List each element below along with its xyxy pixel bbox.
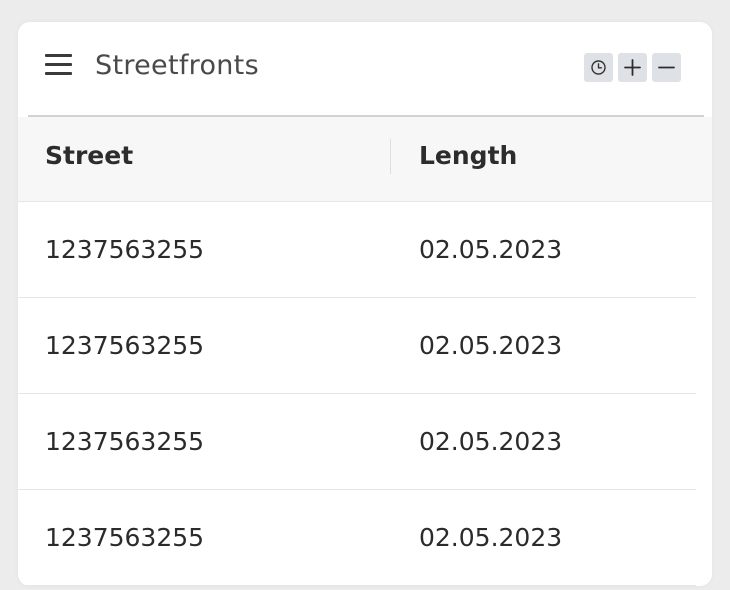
plus-icon: [624, 59, 641, 76]
table-row[interactable]: 1237563255 02.05.2023: [18, 490, 696, 586]
menu-bar: [45, 72, 72, 75]
column-resize-handle[interactable]: [390, 139, 391, 174]
remove-button[interactable]: [652, 53, 681, 82]
cell-length: 02.05.2023: [419, 235, 563, 264]
cell-street: 1237563255: [45, 523, 205, 552]
table-row[interactable]: 1237563255 02.05.2023: [18, 202, 696, 298]
table-row[interactable]: 1237563255 02.05.2023: [18, 394, 696, 490]
column-header-length[interactable]: Length: [419, 117, 517, 201]
cell-length: 02.05.2023: [419, 427, 563, 456]
table-header-row: Street Length: [18, 117, 712, 202]
table-row[interactable]: 1237563255 02.05.2023: [18, 298, 696, 394]
cell-length: 02.05.2023: [419, 331, 563, 360]
menu-bar: [45, 54, 72, 57]
panel-header: Streetfronts: [18, 22, 712, 115]
cell-street: 1237563255: [45, 427, 205, 456]
menu-bar: [45, 63, 72, 66]
streetfronts-panel: Streetfronts Street Length 1237563255 02…: [18, 22, 712, 586]
page: Streetfronts Street Length 1237563255 02…: [0, 0, 730, 590]
minus-icon: [658, 66, 675, 69]
panel-toolbar: [584, 53, 681, 82]
hamburger-menu-icon[interactable]: [45, 54, 73, 76]
cell-length: 02.05.2023: [419, 523, 563, 552]
clock-icon: [591, 60, 606, 75]
column-header-street[interactable]: Street: [45, 117, 133, 201]
history-button[interactable]: [584, 53, 613, 82]
add-button[interactable]: [618, 53, 647, 82]
cell-street: 1237563255: [45, 235, 205, 264]
streetfronts-table: Street Length 1237563255 02.05.2023 1237…: [18, 117, 712, 586]
cell-street: 1237563255: [45, 331, 205, 360]
panel-title: Streetfronts: [95, 50, 259, 81]
